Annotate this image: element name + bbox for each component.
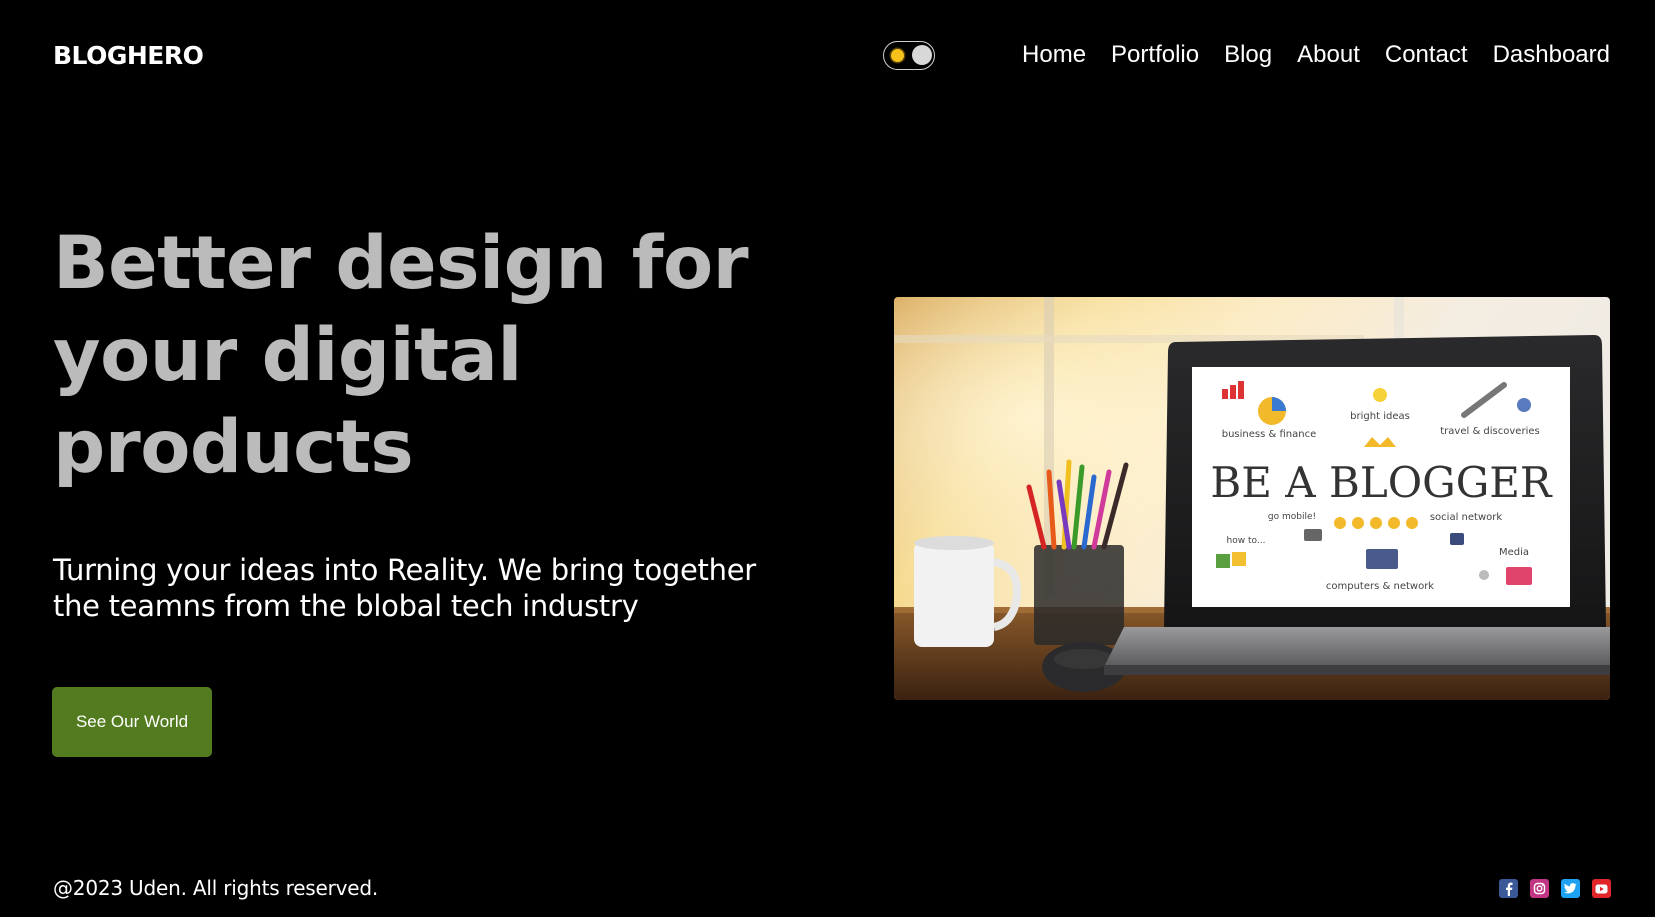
svg-text:go mobile!: go mobile!	[1268, 512, 1316, 522]
nav-dashboard[interactable]: Dashboard	[1493, 41, 1610, 69]
see-our-world-button[interactable]: See Our World	[52, 687, 212, 757]
hero-subtitle: Turning your ideas into Reality. We brin…	[53, 553, 756, 623]
svg-text:how to...: how to...	[1227, 536, 1266, 546]
youtube-icon[interactable]	[1592, 879, 1611, 898]
nav-about[interactable]: About	[1297, 41, 1360, 69]
page: BLOGHERO Home Portfolio Blog About Conta…	[0, 0, 1655, 917]
hero-image: BE A BLOGGER business & finance bright i…	[894, 297, 1610, 700]
svg-text:bright ideas: bright ideas	[1350, 411, 1410, 422]
svg-text:Media: Media	[1499, 547, 1529, 558]
svg-text:computers & network: computers & network	[1326, 581, 1434, 592]
site-logo[interactable]: BLOGHERO	[53, 41, 204, 70]
svg-text:social network: social network	[1430, 512, 1503, 523]
toggle-knob	[912, 44, 933, 65]
facebook-icon[interactable]	[1499, 879, 1518, 898]
svg-text:BE A BLOGGER: BE A BLOGGER	[1210, 458, 1553, 507]
nav-contact[interactable]: Contact	[1385, 41, 1468, 69]
sun-icon	[891, 48, 905, 62]
main-nav: Home Portfolio Blog About Contact Dashbo…	[1022, 41, 1610, 69]
nav-portfolio[interactable]: Portfolio	[1111, 41, 1199, 69]
twitter-icon[interactable]	[1561, 879, 1580, 898]
svg-text:travel & discoveries: travel & discoveries	[1440, 426, 1539, 437]
nav-blog[interactable]: Blog	[1224, 41, 1272, 69]
header-right: Home Portfolio Blog About Contact Dashbo…	[883, 40, 1610, 70]
nav-home[interactable]: Home	[1022, 41, 1086, 69]
instagram-icon[interactable]	[1530, 879, 1549, 898]
theme-toggle[interactable]	[883, 40, 936, 70]
svg-text:business & finance: business & finance	[1222, 429, 1317, 440]
hero-title: Better design for your digital products	[53, 221, 749, 490]
social-links	[1487, 879, 1611, 898]
copyright-text: @2023 Uden. All rights reserved.	[53, 876, 379, 900]
site-header: BLOGHERO Home Portfolio Blog About Conta…	[53, 30, 1610, 80]
